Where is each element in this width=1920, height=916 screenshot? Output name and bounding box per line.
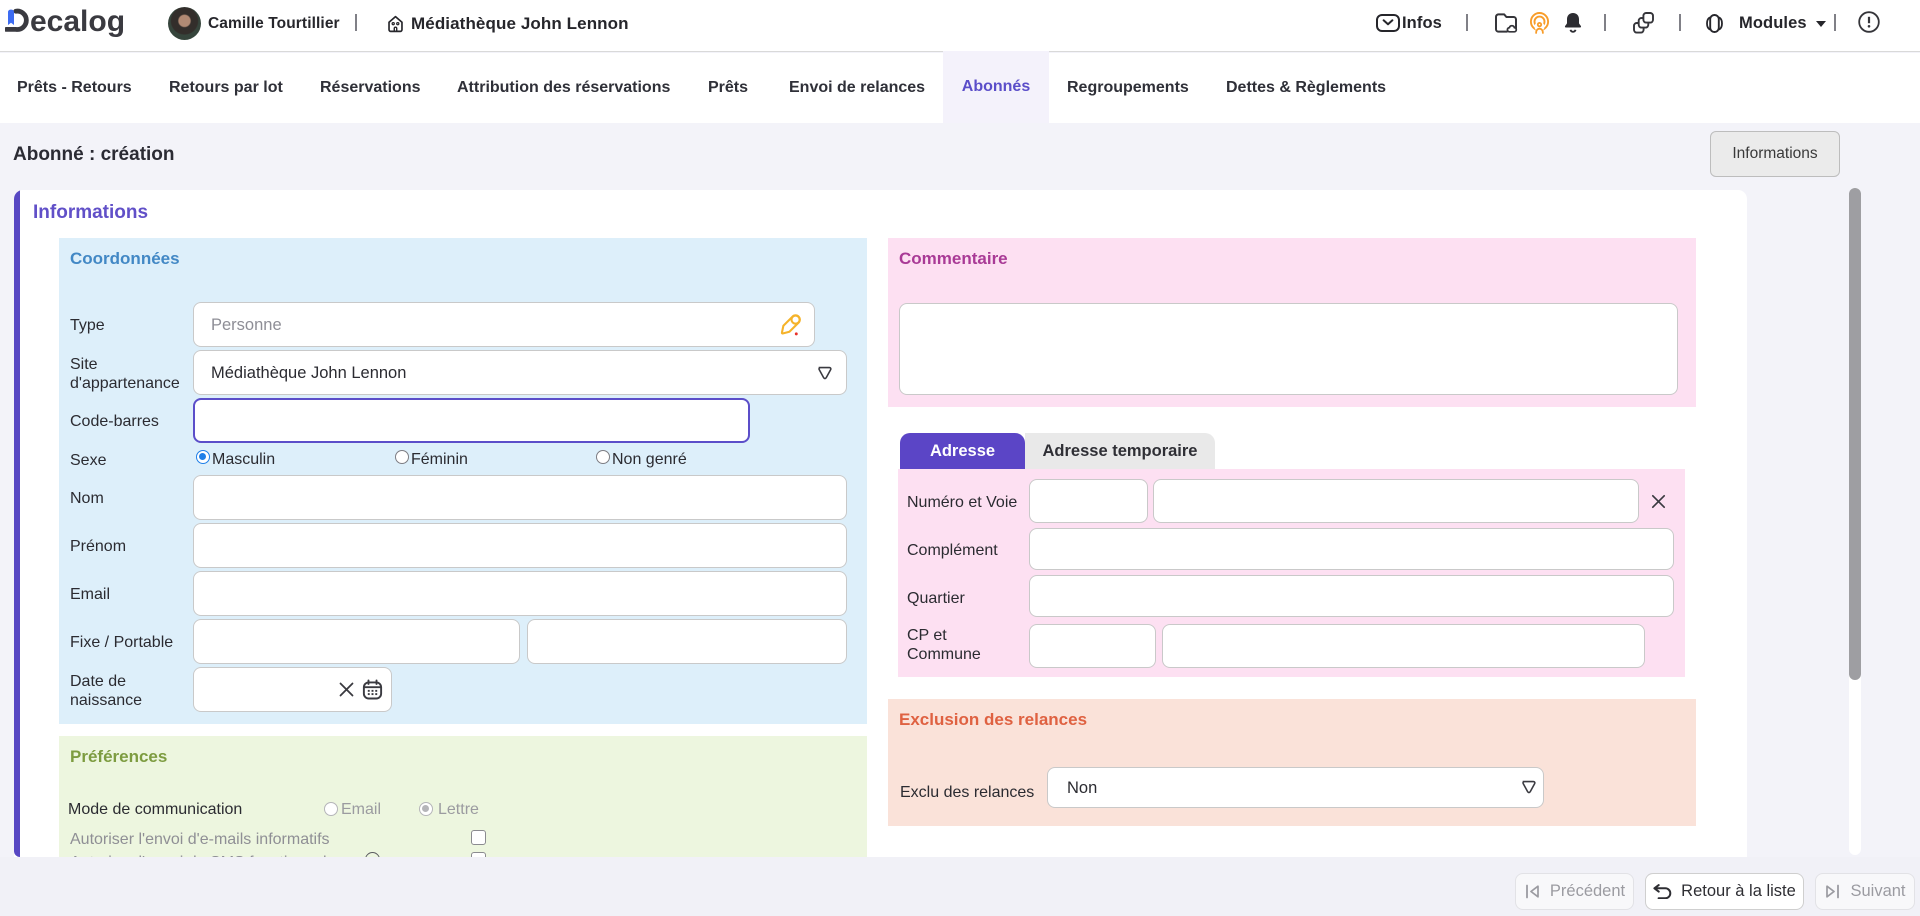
svg-text:ecalog: ecalog: [30, 7, 125, 37]
